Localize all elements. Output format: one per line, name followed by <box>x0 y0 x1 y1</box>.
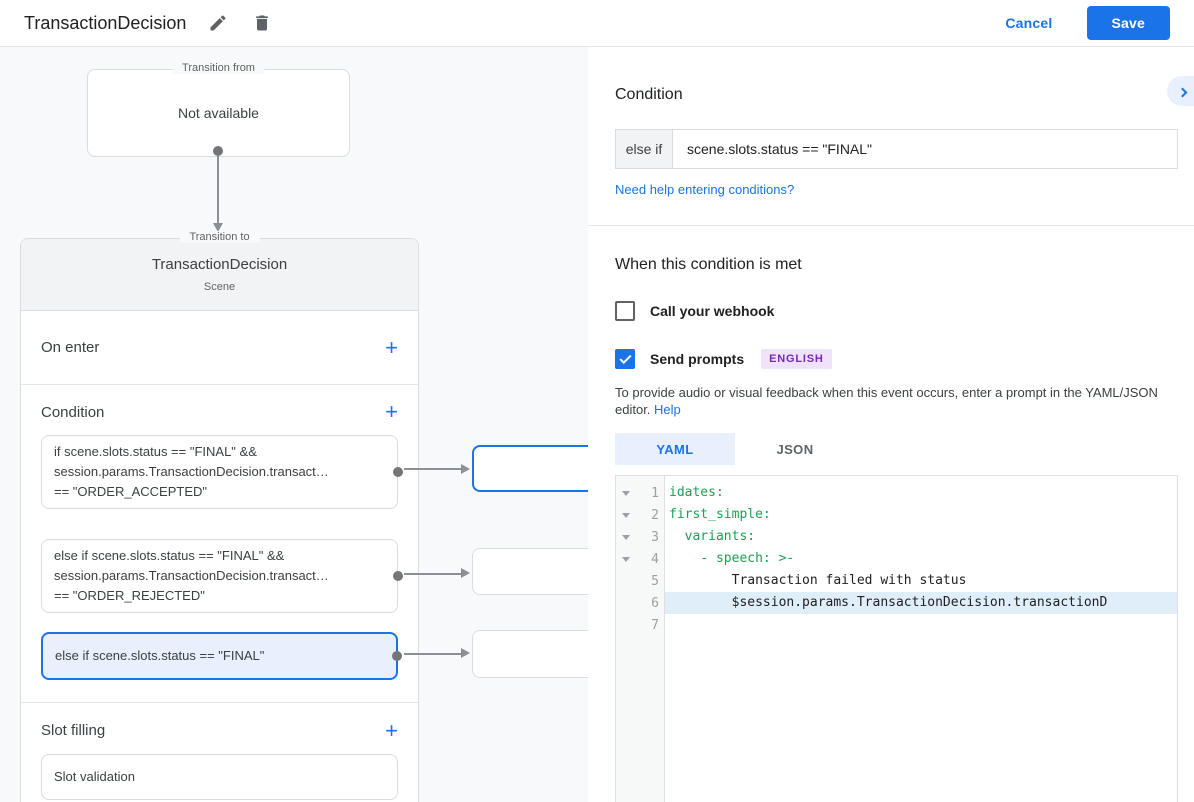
connector-line <box>404 653 461 655</box>
hint-help-link[interactable]: Help <box>654 402 681 417</box>
webhook-row: Call your webhook <box>615 301 1178 321</box>
save-button[interactable]: Save <box>1086 6 1170 40</box>
editor-tabs: YAML JSON <box>615 433 1178 465</box>
line-number: 7 <box>651 617 659 633</box>
code-line: first_simple: <box>669 507 771 522</box>
fold-arrow-icon[interactable] <box>616 491 635 496</box>
tab-yaml[interactable]: YAML <box>615 433 735 465</box>
code-line: idates: <box>669 485 724 500</box>
top-bar: TransactionDecision Cancel Save <box>0 0 1194 47</box>
slot-filling-label: Slot filling <box>41 722 106 739</box>
transition-to-legend: Transition to <box>179 231 260 243</box>
transition-target-box[interactable] <box>472 548 588 595</box>
condition-input-group: else if scene.slots.status == "FINAL" <box>615 129 1178 169</box>
condition-text: == "ORDER_REJECTED" <box>54 588 205 603</box>
code-line: Transaction failed with status <box>669 573 967 588</box>
condition-card-rejected[interactable]: else if scene.slots.status == "FINAL" &&… <box>41 539 403 613</box>
connector-dot <box>213 146 223 156</box>
slot-validation-label: Slot validation <box>54 769 135 784</box>
condition-section-label: Condition <box>41 403 105 421</box>
condition-section: Condition + if scene.slots.status == "FI… <box>21 385 418 703</box>
panel-title: Condition <box>615 86 683 103</box>
condition-card-accepted[interactable]: if scene.slots.status == "FINAL" && sess… <box>41 435 403 509</box>
on-enter-row[interactable]: On enter + <box>21 311 418 385</box>
condition-card-final-selected[interactable]: else if scene.slots.status == "FINAL" <box>41 632 402 680</box>
line-number: 2 <box>651 507 659 523</box>
line-number: 1 <box>651 485 659 501</box>
connector-dot <box>393 571 403 581</box>
connector-dot <box>393 467 403 477</box>
condition-prefix: else if <box>616 130 673 168</box>
code-line: - speech: >- <box>669 551 795 566</box>
condition-detail-panel: Condition else if scene.slots.status == … <box>588 47 1194 802</box>
line-number: 5 <box>651 573 659 589</box>
collapse-panel-button[interactable] <box>1167 76 1194 106</box>
transition-from-content: Not available <box>178 105 259 121</box>
code-line-highlighted: $session.params.TransactionDecision.tran… <box>665 592 1177 614</box>
trash-icon <box>256 15 269 31</box>
send-prompts-row: Send prompts ENGLISH <box>615 349 1178 369</box>
call-webhook-checkbox[interactable] <box>615 301 635 321</box>
line-number: 3 <box>651 529 659 545</box>
on-enter-label: On enter <box>41 339 100 356</box>
transition-target-box[interactable] <box>472 630 588 678</box>
connector-line <box>217 156 219 224</box>
panel-divider <box>588 225 1194 226</box>
slot-validation-card[interactable]: Slot validation <box>41 754 398 800</box>
condition-text: if scene.slots.status == "FINAL" && <box>54 444 257 459</box>
connector-line <box>404 573 461 575</box>
arrow-right-icon <box>461 648 470 658</box>
connector-line <box>404 468 461 470</box>
condition-text: == "ORDER_ACCEPTED" <box>54 484 207 499</box>
condition-text: else if scene.slots.status == "FINAL" <box>55 648 265 663</box>
edit-scene-button[interactable] <box>206 11 230 35</box>
transition-from-node[interactable]: Transition from Not available <box>87 62 350 157</box>
arrow-right-icon <box>461 464 470 474</box>
transition-from-legend: Transition from <box>172 62 265 74</box>
condition-text: session.params.TransactionDecision.trans… <box>54 464 329 479</box>
send-prompts-checkbox[interactable] <box>615 349 635 369</box>
slot-filling-section: Slot filling + Slot validation <box>21 703 418 800</box>
add-on-enter-button[interactable]: + <box>385 336 398 359</box>
condition-text: session.params.TransactionDecision.trans… <box>54 568 329 583</box>
delete-scene-button[interactable] <box>250 11 274 35</box>
fold-arrow-icon[interactable] <box>616 513 635 518</box>
condition-expression-input[interactable]: scene.slots.status == "FINAL" <box>673 130 1177 168</box>
condition-text: else if scene.slots.status == "FINAL" && <box>54 548 285 563</box>
scene-diagram-area: Transition from Not available Transition… <box>0 47 1194 802</box>
send-prompts-label: Send prompts <box>650 351 745 367</box>
arrow-right-icon <box>461 568 470 578</box>
line-number: 4 <box>651 551 659 567</box>
line-number: 6 <box>651 595 659 611</box>
scene-type-label: Scene <box>203 281 236 293</box>
tab-json[interactable]: JSON <box>735 433 855 465</box>
chevron-right-icon <box>1177 87 1187 97</box>
call-webhook-label: Call your webhook <box>650 303 775 319</box>
language-badge: ENGLISH <box>761 349 832 369</box>
prompt-hint-body: To provide audio or visual feedback when… <box>615 385 1158 417</box>
editor-gutter: 1 2 3 4 5 6 7 <box>616 476 665 802</box>
prompt-hint-text: To provide audio or visual feedback when… <box>615 384 1178 418</box>
code-line: variants: <box>669 529 756 544</box>
add-slot-button[interactable]: + <box>385 719 398 742</box>
conditions-help-link[interactable]: Need help entering conditions? <box>615 182 794 197</box>
connector-dot <box>392 651 402 661</box>
scene-header[interactable]: TransactionDecision Scene <box>21 239 418 311</box>
scene-name: TransactionDecision <box>151 256 288 273</box>
transition-to-node: Transition to TransactionDecision Scene … <box>20 231 419 802</box>
pencil-icon <box>210 15 226 31</box>
cancel-button[interactable]: Cancel <box>1005 15 1052 31</box>
transition-target-box-selected[interactable] <box>472 445 588 492</box>
add-condition-button[interactable]: + <box>385 401 398 423</box>
fold-arrow-icon[interactable] <box>616 557 635 562</box>
fold-arrow-icon[interactable] <box>616 535 635 540</box>
editor-code-area[interactable]: idates: first_simple: variants: - speech… <box>665 476 1177 802</box>
when-condition-heading: When this condition is met <box>615 256 802 273</box>
page-title: TransactionDecision <box>24 12 187 33</box>
yaml-code-editor[interactable]: 1 2 3 4 5 6 7 idates: first_simple: vari… <box>615 475 1178 802</box>
